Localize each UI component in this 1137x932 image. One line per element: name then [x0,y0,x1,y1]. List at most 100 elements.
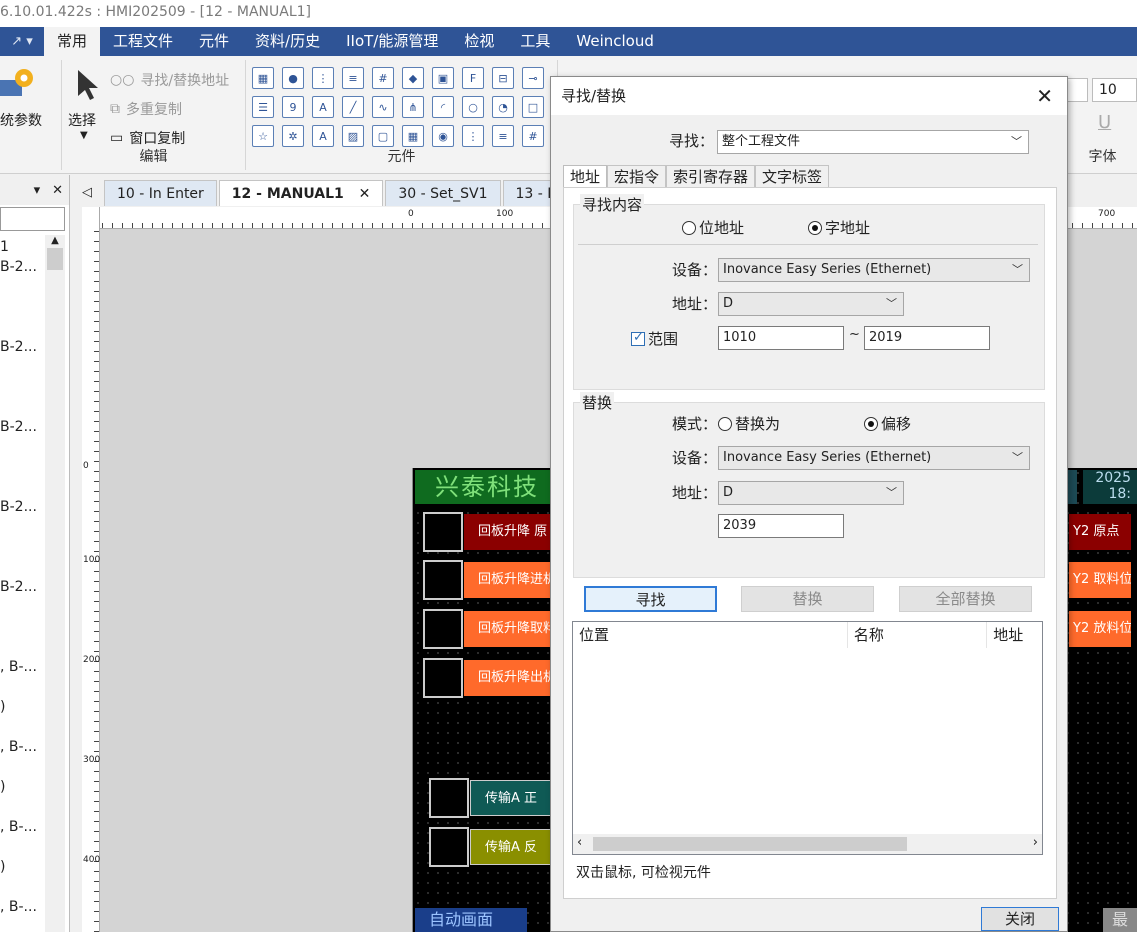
list-item[interactable]: B-2... [0,337,37,417]
replace-all-button[interactable]: 全部替换 [899,586,1032,612]
hmi-button[interactable]: 回板升降进机 [464,562,554,598]
grid-icon[interactable]: ▦ [402,125,424,147]
multi-copy-button[interactable]: ⧉ 多重复制 [110,99,182,119]
arc-icon[interactable]: ◜ [432,96,454,118]
list-icon[interactable]: ☰ [252,96,274,118]
results-list[interactable]: 位置 名称 地址 ‹ › [572,621,1043,855]
tab-scroll-left-icon[interactable]: ◁ [70,180,104,206]
doc-tab-close-icon[interactable]: ✕ [359,186,371,202]
range-from-input[interactable]: 1010 [718,326,844,350]
column-header-address[interactable]: 地址 [987,622,1042,648]
text-icon[interactable]: A [312,125,334,147]
hmi-nav-button[interactable]: 最 [1103,908,1137,932]
hmi-button[interactable]: 传输A 反 [470,829,554,865]
select-dropdown-icon[interactable]: ▼ [80,130,88,141]
hmi-indicator[interactable] [423,560,463,600]
hmi-button[interactable]: Y2 取料位 [1069,562,1131,598]
hmi-indicator[interactable] [429,778,469,818]
system-parameters-label[interactable]: 统参数 [0,110,42,130]
tab-iiot[interactable]: IIoT/能源管理 [333,27,451,56]
quick-access-toolbar[interactable]: ↗ ▾ [0,34,44,49]
tab-objects[interactable]: 元件 [186,27,242,56]
picture-icon[interactable]: ▨ [342,125,364,147]
list-item[interactable]: B-2... [0,257,37,337]
offset-input[interactable]: 2039 [718,514,844,538]
find-device-select[interactable]: Inovance Easy Series (Ethernet) ﹀ [718,258,1030,282]
tab-project[interactable]: 工程文件 [100,27,186,56]
panel-close-icon[interactable]: ✕ [52,183,63,198]
find-scope-select[interactable]: 整个工程文件 ﹀ [717,130,1029,154]
select-button[interactable]: 选择 [68,110,96,130]
tab-home[interactable]: 常用 [44,27,101,56]
numeric-icon[interactable]: # [372,67,394,89]
column-header-position[interactable]: 位置 [573,622,848,648]
tab-text-label[interactable]: 文字标签 [755,165,830,189]
dialog-close-icon[interactable]: ✕ [1036,77,1053,115]
range-to-input[interactable]: 2019 [864,326,990,350]
hmi-title-label[interactable]: 兴泰科技 [415,470,555,504]
star-icon[interactable]: ☆ [252,125,274,147]
rectangle-icon[interactable]: □ [522,96,544,118]
list-item[interactable]: ) [0,777,37,817]
bit-address-radio[interactable]: 位地址 [682,217,744,238]
table-icon[interactable]: ▦ [252,67,274,89]
list-item[interactable]: , B-... [0,897,37,932]
tab-view[interactable]: 检视 [451,27,507,56]
find-replace-address-button[interactable]: ○○ 寻找/替换地址 [110,70,229,90]
function-key-icon[interactable]: F [462,67,484,89]
hmi-indicator[interactable] [423,658,463,698]
list-item[interactable]: ) [0,697,37,737]
scroll-thumb[interactable] [47,248,63,270]
wave-icon[interactable]: ∿ [372,96,394,118]
list-item[interactable]: , B-... [0,817,37,857]
system-parameters-icon[interactable] [0,66,34,102]
sparkle-icon[interactable]: ✲ [282,125,304,147]
circle-icon[interactable]: ○ [462,96,484,118]
results-horizontal-scrollbar[interactable]: ‹ › [573,834,1042,854]
select-cursor-icon[interactable] [76,68,100,106]
underline-icon[interactable]: U [1098,112,1111,133]
hmi-button[interactable]: 传输A 正 [470,780,554,816]
doc-tab-10[interactable]: 10 - In Enter [104,180,217,206]
switch-icon[interactable]: ▣ [432,67,454,89]
replace-with-radio[interactable]: 替换为 [718,413,780,434]
pie-icon[interactable]: ◔ [492,96,514,118]
bit-monitor-icon[interactable]: ≡ [492,125,514,147]
list-item[interactable]: 1 [0,237,37,257]
hmi-button[interactable]: Y2 原点 [1069,514,1131,550]
pipe-icon[interactable]: ⊸ [522,67,544,89]
hmi-indicator[interactable] [423,512,463,552]
tab-index-register[interactable]: 索引寄存器 [666,165,756,189]
list-item[interactable]: ) [0,857,37,897]
slider-icon[interactable]: ⊟ [492,67,514,89]
lamp-icon[interactable]: ◉ [432,125,454,147]
number-display-icon[interactable]: # [522,125,544,147]
tab-tools[interactable]: 工具 [507,27,563,56]
list-item[interactable]: , B-... [0,657,37,697]
hmi-button[interactable]: 回板升降出机 [464,660,554,696]
doc-tab-30[interactable]: 30 - Set_SV1 [385,180,501,206]
replace-address-select[interactable]: D ﹀ [718,481,904,505]
window-copy-button[interactable]: ▭ 窗口复制 [110,128,185,148]
numeric-input-icon[interactable]: 9 [282,96,304,118]
range-checkbox[interactable]: 范围 [631,328,678,349]
find-address-select[interactable]: D ﹀ [718,292,904,316]
font-size-select[interactable]: 10 [1092,78,1137,102]
scroll-thumb[interactable] [593,837,907,851]
word-address-radio[interactable]: 字地址 [808,217,870,238]
hmi-button[interactable]: 回板升降 原 [464,514,554,550]
tab-data-history[interactable]: 资料/历史 [242,27,333,56]
panel-menu-icon[interactable]: ▾ [34,183,41,198]
ascii-icon[interactable]: A [312,96,334,118]
scroll-up-icon[interactable]: ▲ [45,235,65,246]
hmi-indicator[interactable] [423,609,463,649]
tab-weincloud[interactable]: Weincloud [563,27,666,56]
diamond-icon[interactable]: ◆ [402,67,424,89]
signal-icon[interactable]: ⋮ [462,125,484,147]
tab-macro[interactable]: 宏指令 [607,165,667,189]
bulb-icon[interactable]: ● [282,67,304,89]
frame-icon[interactable]: ▢ [372,125,394,147]
hmi-auto-screen-button[interactable]: 自动画面 [415,908,527,932]
replace-device-select[interactable]: Inovance Easy Series (Ethernet) ﹀ [718,446,1030,470]
scroll-right-icon[interactable]: › [1033,835,1038,850]
